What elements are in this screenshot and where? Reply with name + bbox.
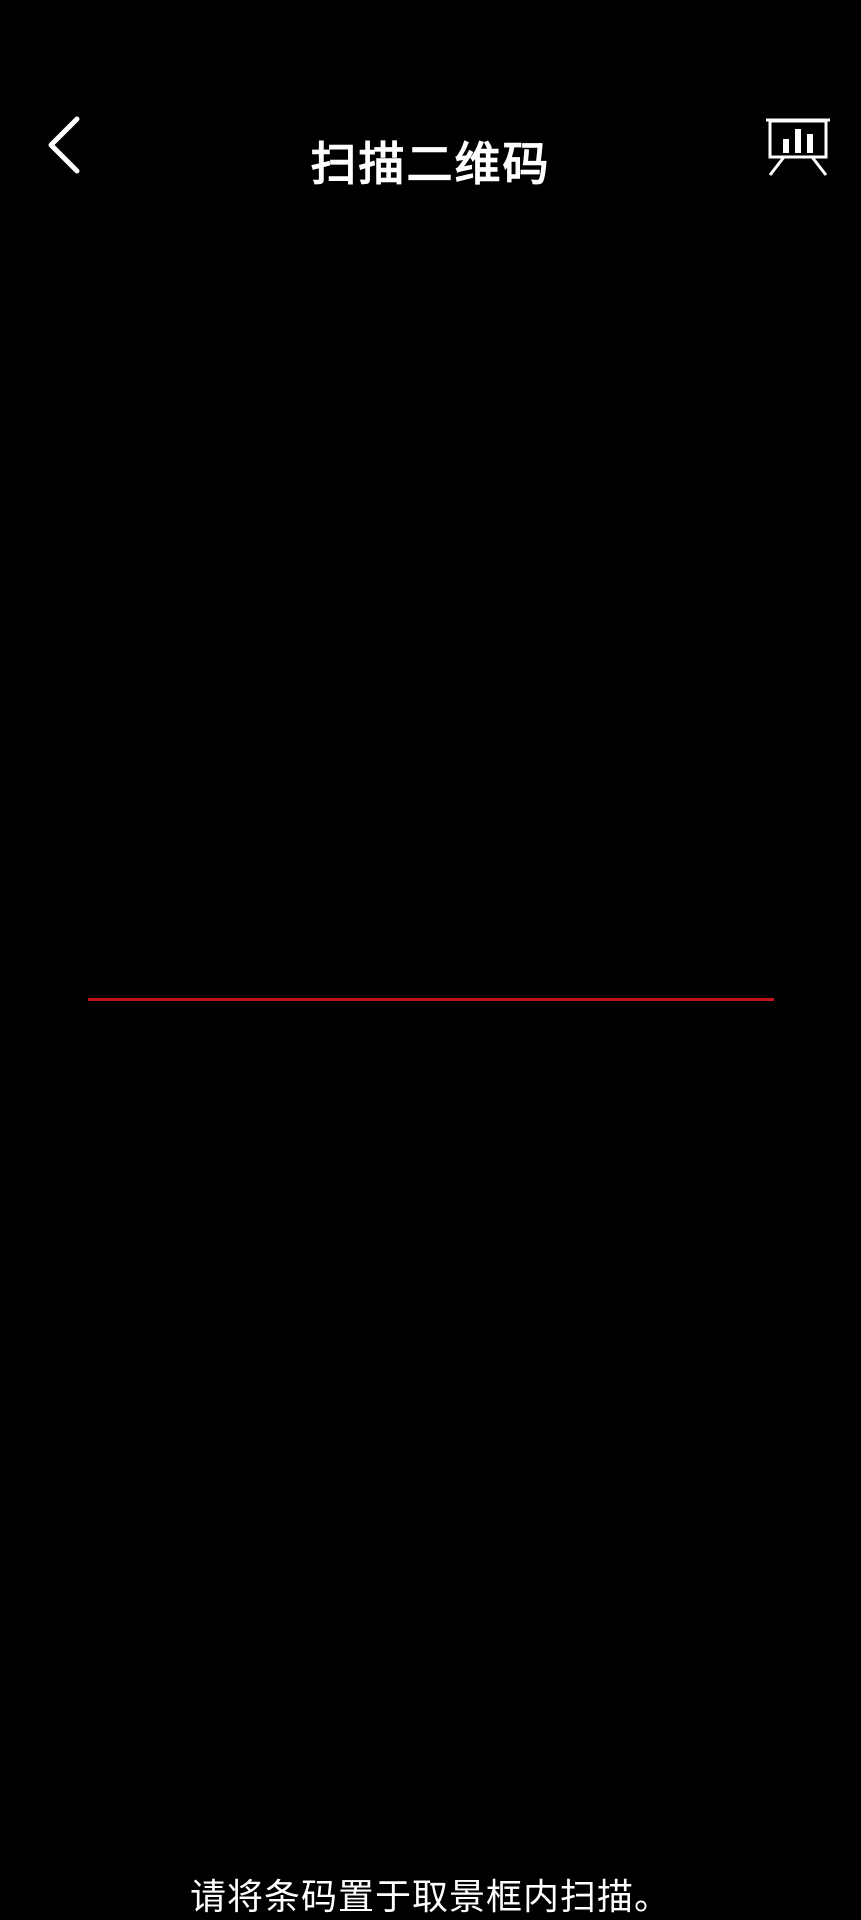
presentation-chart-icon [766,118,830,176]
header-bar: 扫描二维码 [0,100,861,220]
page-title: 扫描二维码 [310,137,551,191]
scan-line [88,998,774,1001]
scan-hint-text: 请将条码置于取景框内扫描。 [189,1877,671,1918]
album-button[interactable] [758,112,838,184]
scanner-screen: 扫描二维码 请将条码置于取景框内扫描。 [0,0,861,1920]
